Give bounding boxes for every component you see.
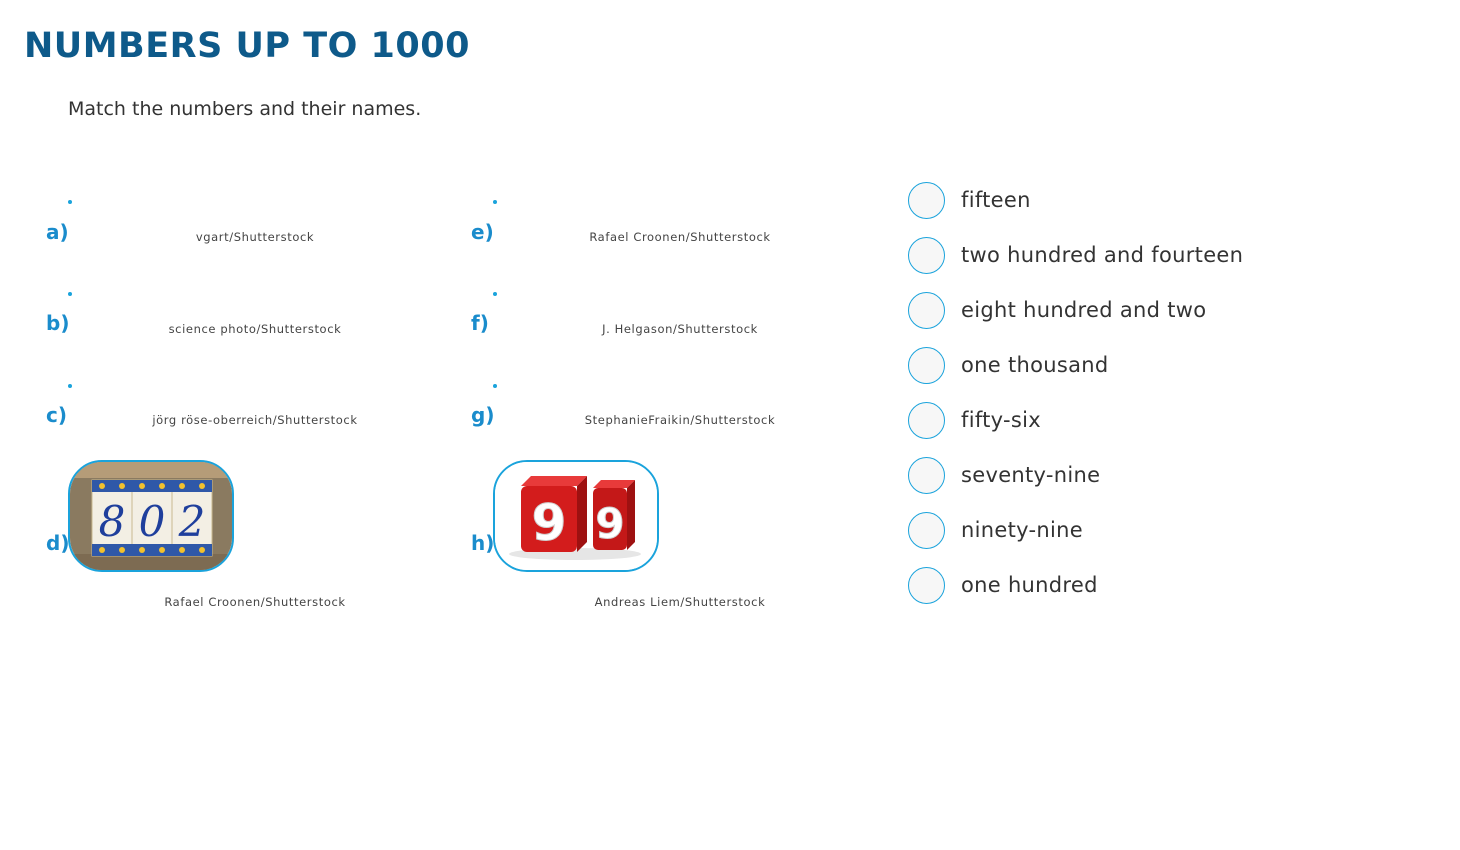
choice-label: fifty-six [961, 408, 1042, 432]
image-credit: science photo/Shutterstock [168, 322, 342, 336]
choice-two-hundred-and-fourteen[interactable]: two hundred and fourteen [908, 235, 1243, 275]
answer-circle[interactable] [908, 401, 945, 439]
choice-one-thousand[interactable]: one thousand [908, 345, 1109, 385]
image-credit: StephanieFraikin/Shutterstock [584, 413, 776, 427]
item-letter: f) [471, 311, 489, 335]
choice-label: seventy-nine [961, 463, 1101, 487]
choice-label: eight hundred and two [961, 298, 1207, 322]
item-letter: g) [471, 403, 495, 427]
image-placeholder-dot [68, 384, 72, 388]
image-credit: Rafael Croonen/Shutterstock [164, 595, 346, 609]
image-placeholder-dot [68, 292, 72, 296]
instruction-text: Match the numbers and their names. [68, 98, 422, 120]
answer-circle[interactable] [908, 181, 945, 219]
image-placeholder-dot [493, 200, 497, 204]
image-credit: jörg röse-oberreich/Shutterstock [152, 413, 358, 427]
answer-circle[interactable] [908, 346, 945, 384]
svg-text:0: 0 [139, 497, 166, 546]
tile-802-photo: 8 0 2 [68, 460, 234, 572]
image-credit: vgart/Shutterstock [195, 230, 315, 244]
choice-label: one thousand [961, 353, 1109, 377]
answer-circle[interactable] [908, 236, 945, 274]
item-letter: h) [471, 531, 495, 555]
svg-text:2: 2 [178, 497, 206, 546]
item-letter: b) [46, 311, 70, 335]
page-title: NUMBERS UP TO 1000 [24, 26, 470, 66]
svg-text:8: 8 [99, 497, 126, 546]
image-credit: Andreas Liem/Shutterstock [594, 595, 766, 609]
choice-label: fifteen [961, 188, 1031, 212]
answer-circle[interactable] [908, 511, 945, 549]
choice-eight-hundred-and-two[interactable]: eight hundred and two [908, 290, 1206, 330]
svg-text:9: 9 [532, 494, 567, 552]
image-credit: J. Helgason/Shutterstock [602, 322, 758, 336]
choice-seventy-nine[interactable]: seventy-nine [908, 455, 1100, 495]
answer-circle[interactable] [908, 291, 945, 329]
cubes-99-photo: 9 9 [493, 460, 659, 572]
answer-circle[interactable] [908, 566, 945, 604]
item-letter: c) [46, 403, 67, 427]
item-letter: a) [46, 220, 69, 244]
choice-label: two hundred and fourteen [961, 243, 1244, 267]
choice-fifty-six[interactable]: fifty-six [908, 400, 1041, 440]
answer-circle[interactable] [908, 456, 945, 494]
item-letter: e) [471, 220, 494, 244]
image-credit: Rafael Croonen/Shutterstock [589, 230, 771, 244]
image-placeholder-dot [493, 384, 497, 388]
choice-ninety-nine[interactable]: ninety-nine [908, 510, 1083, 550]
choice-fifteen[interactable]: fifteen [908, 180, 1031, 220]
item-letter: d) [46, 531, 70, 555]
choice-label: one hundred [961, 573, 1098, 597]
svg-text:9: 9 [595, 499, 624, 548]
choice-label: ninety-nine [961, 518, 1083, 542]
image-placeholder-dot [493, 292, 497, 296]
choice-one-hundred[interactable]: one hundred [908, 565, 1098, 605]
image-placeholder-dot [68, 200, 72, 204]
